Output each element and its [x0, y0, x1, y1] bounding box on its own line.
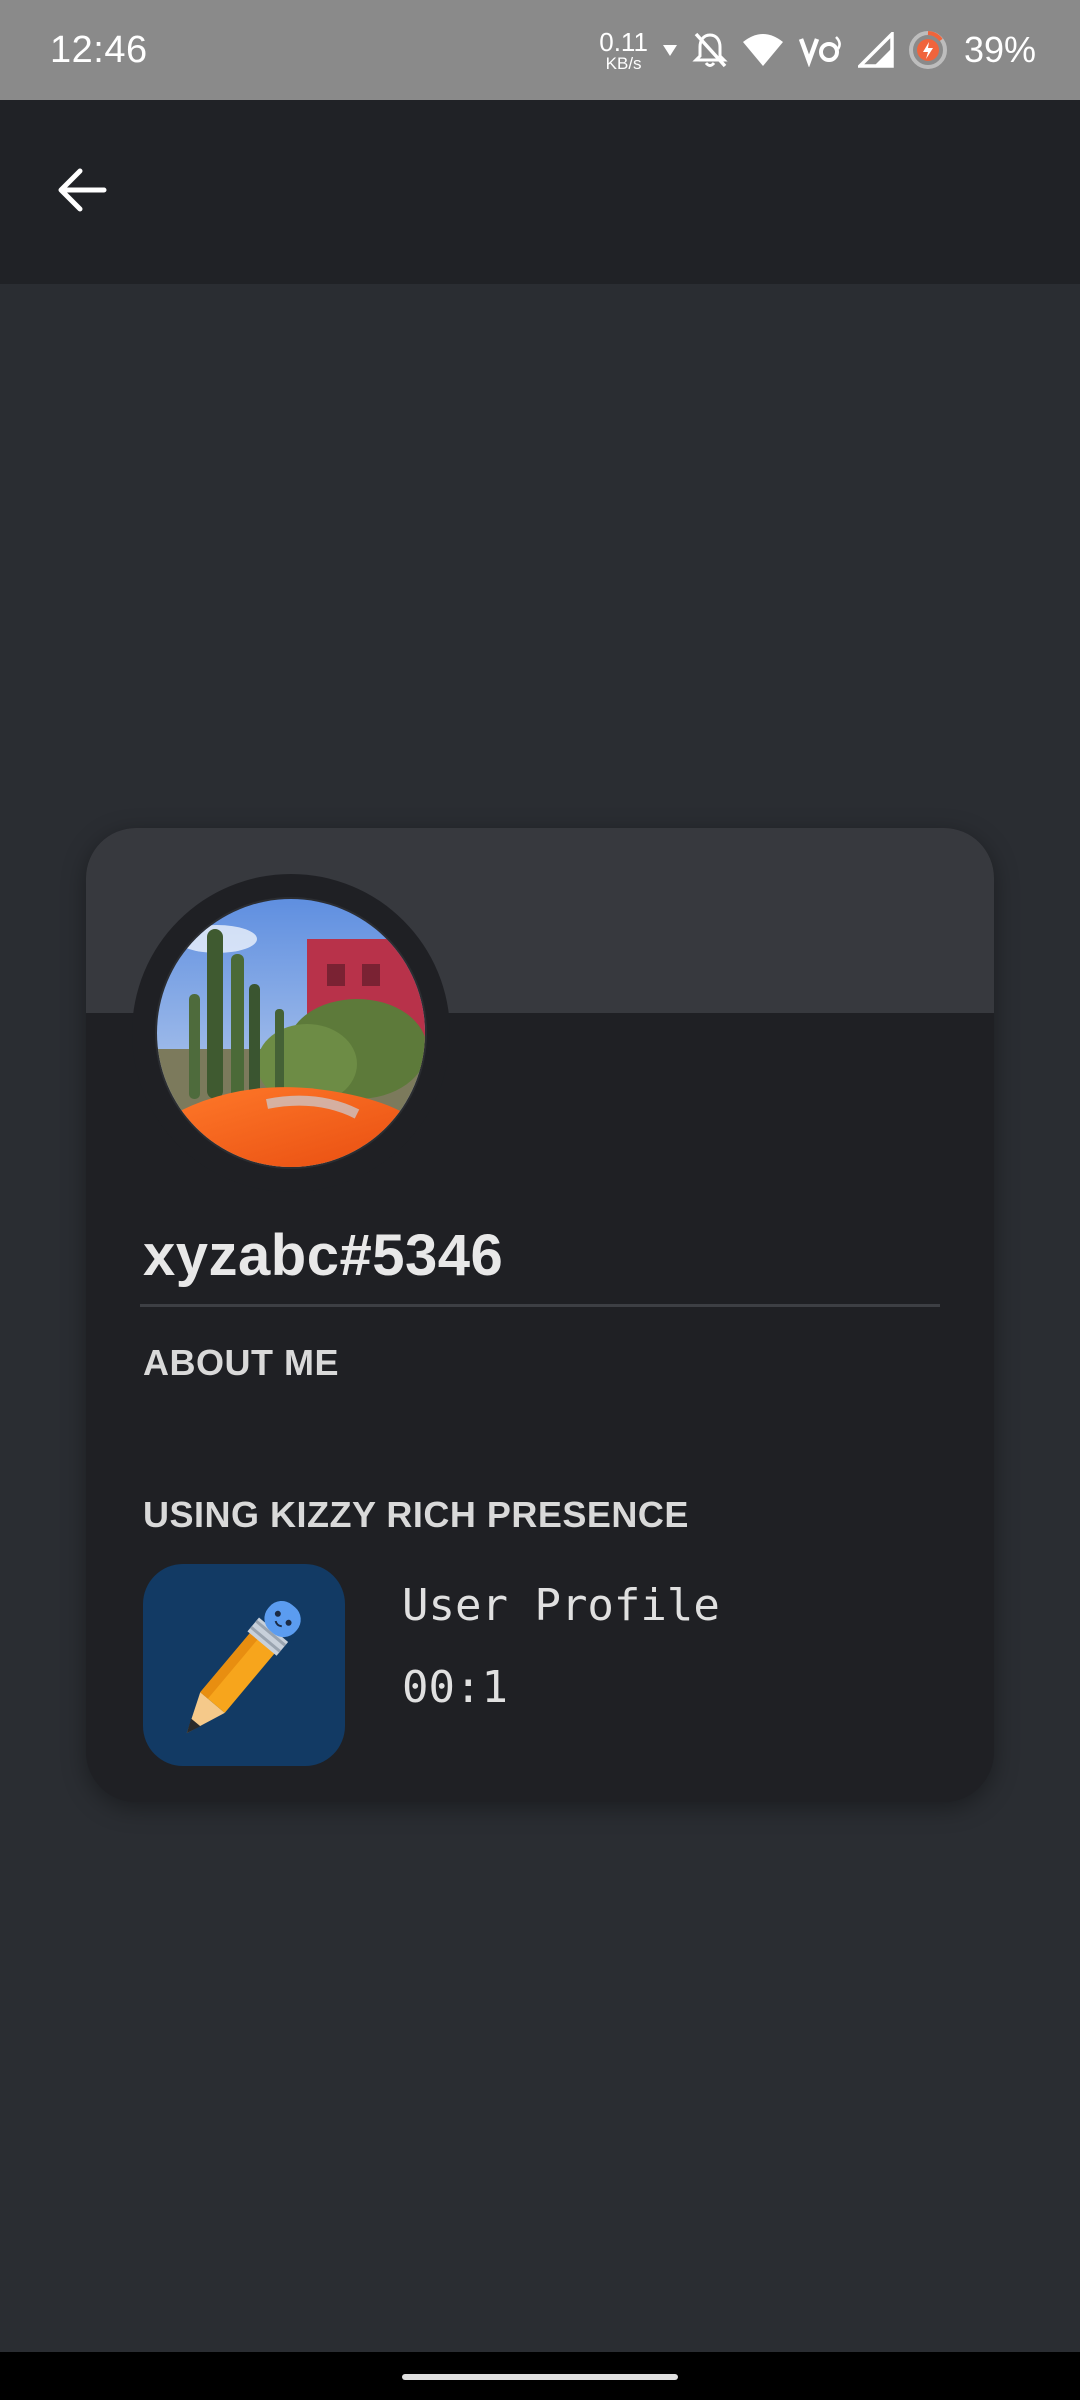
- app-bar: [0, 100, 1080, 284]
- bell-off-icon: [692, 30, 728, 70]
- back-button[interactable]: [40, 148, 124, 232]
- pencil-app-icon: [143, 1564, 345, 1766]
- signal-icon: [857, 32, 894, 68]
- arrow-left-icon: [58, 168, 107, 212]
- status-bar: 12:46 0.11 KB/s 39%: [0, 0, 1080, 100]
- battery-saver-icon: [908, 30, 948, 70]
- activity-title: User Profile: [402, 1580, 720, 1631]
- username: xyzabc#5346: [143, 1223, 504, 1288]
- rich-presence-label: USING KIZZY RICH PRESENCE: [143, 1494, 689, 1535]
- wifi-icon: [742, 32, 784, 68]
- network-speed-value: 0.11: [599, 26, 648, 57]
- home-indicator[interactable]: [402, 2374, 678, 2380]
- divider: [140, 1304, 940, 1307]
- volte-icon: [798, 33, 844, 67]
- activity-elapsed-time: 00:1: [402, 1662, 508, 1713]
- profile-card: xyzabc#5346 ABOUT ME USING KIZZY RICH PR…: [86, 828, 994, 1802]
- status-time: 12:46: [50, 28, 148, 71]
- download-arrow-icon: [662, 43, 678, 57]
- network-speed: 0.11 KB/s: [599, 29, 648, 72]
- avatar-ring: [132, 874, 450, 1192]
- avatar: [157, 899, 425, 1167]
- status-icons: 0.11 KB/s 39%: [599, 29, 1036, 72]
- battery-percent: 39%: [963, 29, 1036, 70]
- about-me-label: ABOUT ME: [143, 1342, 339, 1383]
- network-speed-unit: KB/s: [605, 53, 642, 73]
